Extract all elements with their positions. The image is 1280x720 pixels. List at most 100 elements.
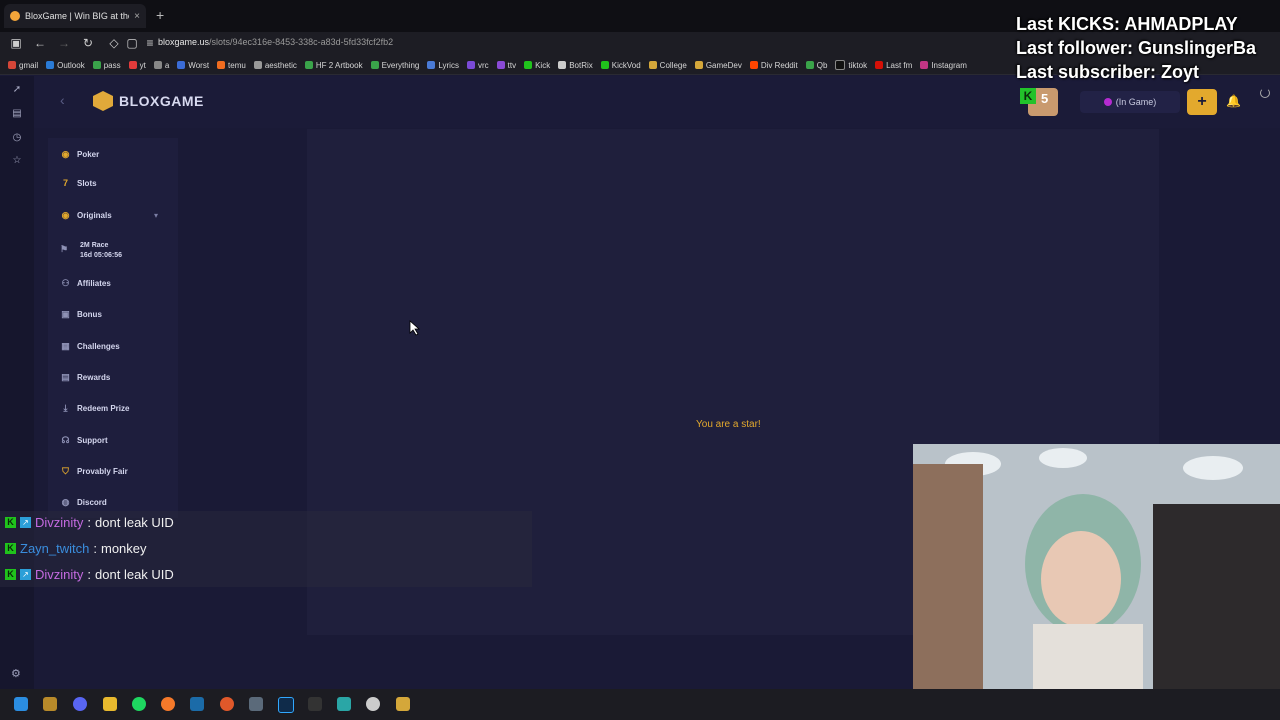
terminal-icon[interactable] (308, 697, 322, 711)
webcam-feed (913, 444, 1280, 689)
bookmark-item[interactable]: Instagram (920, 61, 967, 70)
bookmark-item[interactable]: Qb (805, 61, 827, 70)
rewards-icon: ▤ (61, 372, 70, 382)
app-icon[interactable] (396, 697, 410, 711)
bookmark-icon (835, 60, 846, 70)
sidebar (48, 138, 178, 518)
forward-icon[interactable]: → (56, 35, 72, 51)
tab-title: BloxGame | Win BIG at the (25, 11, 130, 21)
wallet-icon[interactable]: ▤ (9, 106, 25, 122)
obs-icon[interactable] (366, 697, 380, 711)
steam-icon[interactable] (190, 697, 204, 711)
back-icon[interactable]: ← (32, 35, 48, 51)
collapse-sidebar-icon[interactable]: ‹ (60, 92, 65, 108)
chat-text: monkey (101, 541, 147, 556)
bookmark-icon (92, 61, 101, 69)
bookmark-icon (749, 61, 758, 69)
bookmark-icon (8, 61, 16, 69)
url-path: /slots/94ec316e-8453-338c-a83d-5fd33fcf2… (209, 37, 394, 47)
browser-tab[interactable]: BloxGame | Win BIG at the × (4, 4, 146, 28)
star-icon[interactable]: ☆ (9, 153, 25, 169)
sidebar-item-slots[interactable]: 7 Slots (60, 178, 97, 189)
sidebar-item-redeem-prize[interactable]: ⤓ Redeem Prize (60, 403, 130, 414)
bookmark-icon (875, 61, 884, 69)
history-icon[interactable]: ◷ (9, 130, 25, 146)
bookmark-item[interactable]: Lyrics (427, 61, 459, 70)
sidebar-item-bonus[interactable]: ▣ Bonus (60, 309, 102, 320)
new-tab-button[interactable]: + (156, 7, 164, 23)
bookmark-item[interactable]: a (153, 61, 169, 70)
app-icon[interactable] (337, 697, 351, 711)
bookmark-icon (648, 61, 657, 69)
challenges-icon: ▦ (61, 341, 70, 351)
bookmark-item[interactable]: tiktok (835, 60, 867, 70)
sidebar-item-discord[interactable]: ◍ Discord (60, 497, 107, 508)
bookmark-item[interactable]: ttv (496, 61, 516, 70)
sidebar-item-race[interactable]: ⚑ 2M Race 16d 05:06:56 (60, 241, 122, 261)
race-label: Race (91, 242, 109, 249)
shield-icon[interactable]: ◇ (106, 35, 122, 51)
blender-icon[interactable] (161, 697, 175, 711)
chevron-down-icon[interactable]: ▾ (154, 211, 158, 220)
bookmark-item[interactable]: aesthetic (253, 61, 297, 70)
cursor-icon[interactable]: ➚ (9, 82, 25, 98)
bookmark-item[interactable]: vrc (466, 61, 489, 70)
bookmark-item[interactable]: HF 2 Artbook (304, 61, 363, 70)
bookmark-item[interactable]: College (648, 61, 687, 70)
site-info-icon[interactable]: ≡ (142, 35, 158, 51)
bookmark-item[interactable]: Last fm (875, 61, 912, 70)
browser-icon[interactable] (220, 697, 234, 711)
photoshop-icon[interactable] (278, 697, 294, 713)
bookmark-item[interactable]: pass (92, 61, 121, 70)
bookmark-item[interactable]: temu (217, 61, 246, 70)
kick-badge-icon: K (5, 543, 16, 554)
bell-icon[interactable]: 🔔 (1226, 94, 1241, 108)
bookmark-icon (694, 61, 703, 69)
bloxgame-logo[interactable]: BLOXGAME (93, 91, 204, 111)
originals-icon: ◉ (61, 210, 70, 220)
app-icon[interactable] (43, 697, 57, 711)
chat-text: dont leak UID (95, 515, 174, 530)
sidebar-toggle-icon[interactable]: ▣ (8, 35, 24, 51)
bookmark-icon (177, 61, 186, 69)
last-kicks: Last KICKS: AHMADPLAY (1016, 14, 1238, 34)
sidebar-item-rewards[interactable]: ▤ Rewards (60, 372, 110, 383)
deposit-button[interactable]: + (1187, 89, 1217, 115)
bookmark-icon (304, 61, 313, 69)
reload-icon[interactable]: ↻ (80, 35, 96, 51)
spotify-icon[interactable] (132, 697, 146, 711)
bookmark-item[interactable]: BotRix (558, 61, 593, 70)
logo-mark-icon (93, 91, 113, 111)
bookmark-item[interactable]: gmail (8, 61, 38, 70)
sidebar-item-challenges[interactable]: ▦ Challenges (60, 341, 119, 352)
tab-close-icon[interactable]: × (134, 11, 140, 22)
bookmark-item[interactable]: GameDev (694, 61, 742, 70)
bookmark-item[interactable]: Everything (370, 61, 419, 70)
bookmark-icon (524, 61, 533, 69)
address-bar[interactable]: bloxgame.us/slots/94ec316e-8453-338c-a83… (158, 37, 393, 47)
lock-icon[interactable]: ▢ (124, 35, 140, 51)
settings-gear-icon[interactable]: ⚙ (11, 667, 21, 680)
bookmark-item[interactable]: KickVod (600, 61, 641, 70)
file-explorer-icon[interactable] (103, 697, 117, 711)
sidebar-item-support[interactable]: ☊ Support (60, 435, 108, 446)
bookmark-item[interactable]: Outlook (46, 61, 85, 70)
kick-badge-icon: K (5, 517, 16, 528)
app-icon[interactable] (249, 697, 263, 711)
users-icon: ⚇ (61, 278, 70, 288)
race-amount: 2M (80, 242, 90, 249)
discord-icon[interactable] (73, 697, 87, 711)
bookmark-item[interactable]: Kick (524, 61, 550, 70)
windows-start-icon[interactable] (14, 697, 28, 711)
url-host: bloxgame.us (158, 37, 210, 47)
sidebar-item-provably-fair[interactable]: ⛉ Provably Fair (60, 466, 128, 477)
bookmark-icon (253, 61, 262, 69)
sidebar-item-poker[interactable]: ◉ Poker (60, 149, 100, 160)
logo-text: BLOXGAME (119, 93, 204, 109)
sidebar-item-originals[interactable]: ◉ Originals (60, 210, 112, 221)
bookmark-item[interactable]: Div Reddit (749, 61, 798, 70)
status-badge[interactable]: (In Game) (1080, 91, 1180, 113)
sidebar-item-affiliates[interactable]: ⚇ Affiliates (60, 278, 110, 289)
bookmark-item[interactable]: yt (128, 61, 146, 70)
bookmark-item[interactable]: Worst (177, 61, 209, 70)
